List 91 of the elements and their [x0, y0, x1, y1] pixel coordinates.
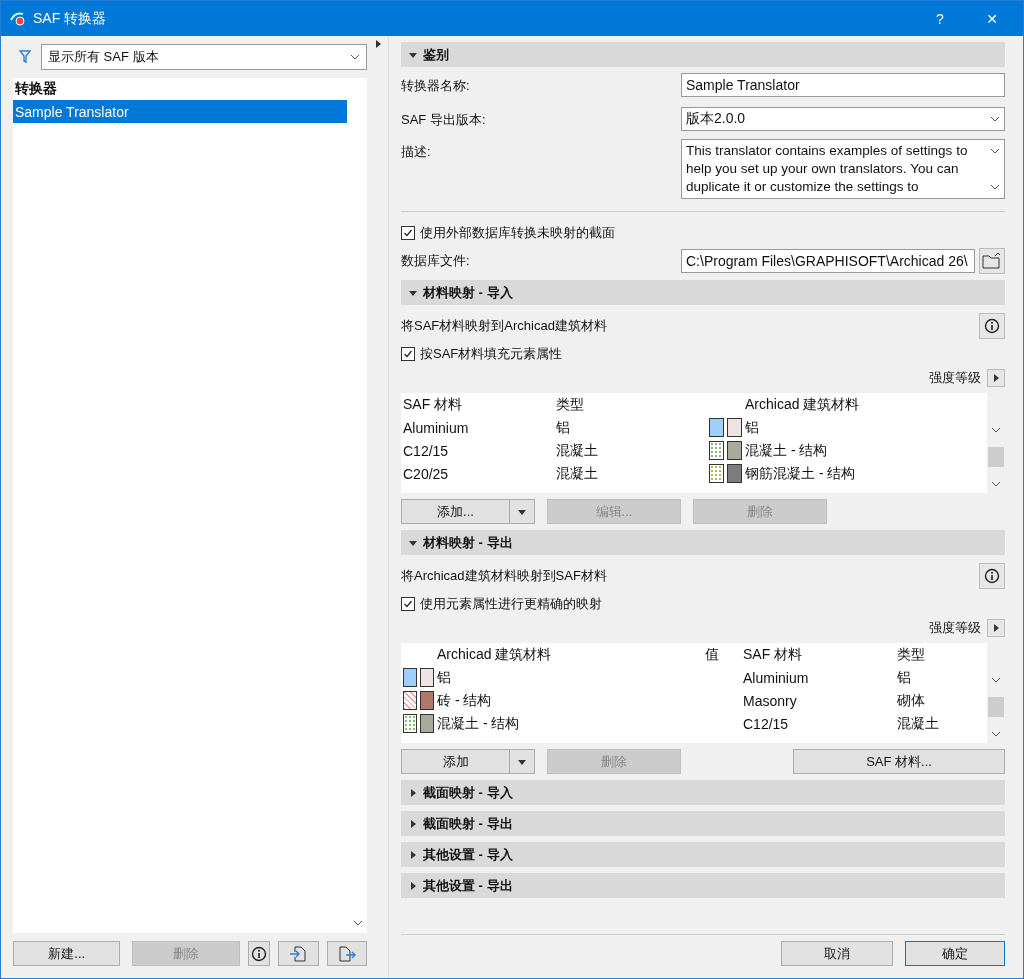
collapse-panel-icon	[373, 40, 382, 48]
split-button[interactable]: 添加	[401, 749, 535, 774]
strength-grade-label: 强度等级	[929, 619, 981, 637]
scrollbar-thumb[interactable]	[988, 697, 1004, 717]
dropdown-triangle-icon	[518, 757, 526, 766]
table-cell-text: 铝	[897, 668, 912, 687]
saf-materials-button[interactable]: SAF 材料...	[793, 749, 1005, 774]
table-cell-text: 混凝土 - 结构	[745, 441, 829, 460]
info-icon	[250, 945, 267, 962]
table-cell-text: 铝	[437, 668, 452, 687]
folder-icon	[982, 252, 1002, 270]
list-header: 转换器	[14, 79, 58, 98]
description-field[interactable]: This translator contains examples of settings to help you set up your own translators. You can duplicate it or customize the settings to	[681, 139, 1005, 199]
right-triangle-icon	[992, 624, 1000, 632]
expand-button[interactable]	[987, 619, 1005, 637]
expand-button[interactable]	[987, 369, 1005, 387]
column-header: SAF 材料	[403, 395, 464, 414]
collapse-triangle-icon	[409, 50, 417, 59]
section-header[interactable]: 其他设置 - 导出	[401, 873, 1005, 898]
table-cell-text: C12/15	[403, 442, 450, 459]
column-header: 类型	[556, 395, 585, 414]
expand-triangle-icon	[409, 788, 417, 797]
section-header[interactable]: 材料映射 - 导入	[401, 280, 1005, 305]
field-label: 描述:	[401, 143, 432, 161]
expand-triangle-icon	[409, 881, 417, 890]
section-header[interactable]: 截面映射 - 导入	[401, 780, 1005, 805]
column-header: SAF 材料	[743, 645, 804, 664]
table-cell-text: 钢筋混凝土 - 结构	[745, 464, 857, 483]
section-description: 将Archicad建筑材料映射到SAF材料	[401, 567, 607, 585]
close-button[interactable]: ✕	[969, 1, 1015, 36]
browse-button[interactable]	[979, 248, 1005, 274]
version-dropdown[interactable]: 版本2.0.0	[681, 107, 1005, 131]
section-description: 将SAF材料映射到Archicad建筑材料	[401, 317, 607, 335]
column-header: Archicad 建筑材料	[745, 395, 861, 414]
expand-triangle-icon	[409, 819, 417, 828]
info-button[interactable]	[247, 941, 270, 966]
table-cell-text: 混凝土	[897, 714, 940, 733]
section-header[interactable]: 截面映射 - 导出	[401, 811, 1005, 836]
filter-icon	[19, 50, 31, 64]
checkbox[interactable]	[401, 226, 415, 240]
collapse-triangle-icon	[409, 538, 417, 547]
checkbox-label: 使用元素属性进行更精确的映射	[420, 595, 602, 613]
column-header: 值	[704, 645, 720, 664]
table-cell-text: Masonry	[743, 692, 798, 709]
checkbox-label: 按SAF材料填充元素属性	[420, 345, 563, 363]
column-header: Archicad 建筑材料	[437, 645, 553, 664]
import-file-icon	[289, 944, 308, 963]
database-file-field[interactable]: C:\Program Files\GRAPHISOFT\Archicad 26\	[681, 249, 975, 273]
scrollbar-thumb[interactable]	[988, 447, 1004, 467]
field-label: SAF 导出版本:	[401, 111, 487, 129]
dropdown-triangle-icon	[518, 507, 526, 516]
ok-button[interactable]: 确定	[905, 941, 1005, 966]
translator-item[interactable]: Sample Translator	[13, 100, 347, 123]
table-cell-text: 铝	[556, 418, 571, 437]
checkbox-label: 使用外部数据库转换未映射的截面	[420, 224, 615, 242]
table-cell-text: 混凝土	[556, 464, 599, 483]
table-cell-text: 砖 - 结构	[437, 691, 493, 710]
table-cell-text: Aluminium	[403, 419, 470, 436]
name-field[interactable]: Sample Translator	[681, 73, 1005, 97]
right-triangle-icon	[992, 374, 1000, 382]
table-cell-text: 砌体	[897, 691, 926, 710]
checkbox[interactable]	[401, 347, 415, 361]
window-title: SAF 转换器	[33, 9, 108, 28]
section-header[interactable]: 鉴别	[401, 42, 1005, 67]
field-label: 数据库文件:	[401, 252, 471, 270]
table-cell-text: 铝	[745, 418, 760, 437]
export-file-icon	[337, 944, 356, 963]
checkbox[interactable]	[401, 597, 415, 611]
info-button[interactable]	[979, 313, 1005, 339]
table-cell-text: 混凝土 - 结构	[437, 714, 521, 733]
field-label: 转换器名称:	[401, 77, 471, 95]
table-cell-text: C12/15	[743, 715, 790, 732]
strength-grade-label: 强度等级	[929, 369, 981, 387]
import-button[interactable]	[278, 941, 319, 966]
table-cell-text: 混凝土	[556, 441, 599, 460]
column-header: 类型	[897, 645, 926, 664]
collapse-triangle-icon	[409, 288, 417, 297]
cancel-button[interactable]: 取消	[781, 941, 893, 966]
export-button[interactable]	[326, 941, 367, 966]
info-button[interactable]	[979, 563, 1005, 589]
section-header[interactable]: 其他设置 - 导入	[401, 842, 1005, 867]
table-cell-text: Aluminium	[743, 669, 810, 686]
split-button[interactable]: 添加...	[401, 499, 535, 524]
expand-triangle-icon	[409, 850, 417, 859]
new-button[interactable]: 新建...	[13, 941, 121, 966]
info-icon	[984, 568, 1000, 584]
section-header[interactable]: 材料映射 - 导出	[401, 530, 1005, 555]
info-icon	[984, 318, 1000, 334]
help-button[interactable]: ?	[917, 1, 963, 36]
filter-dropdown[interactable]: 显示所有 SAF 版本	[41, 44, 367, 70]
table-cell-text: C20/25	[403, 465, 450, 482]
